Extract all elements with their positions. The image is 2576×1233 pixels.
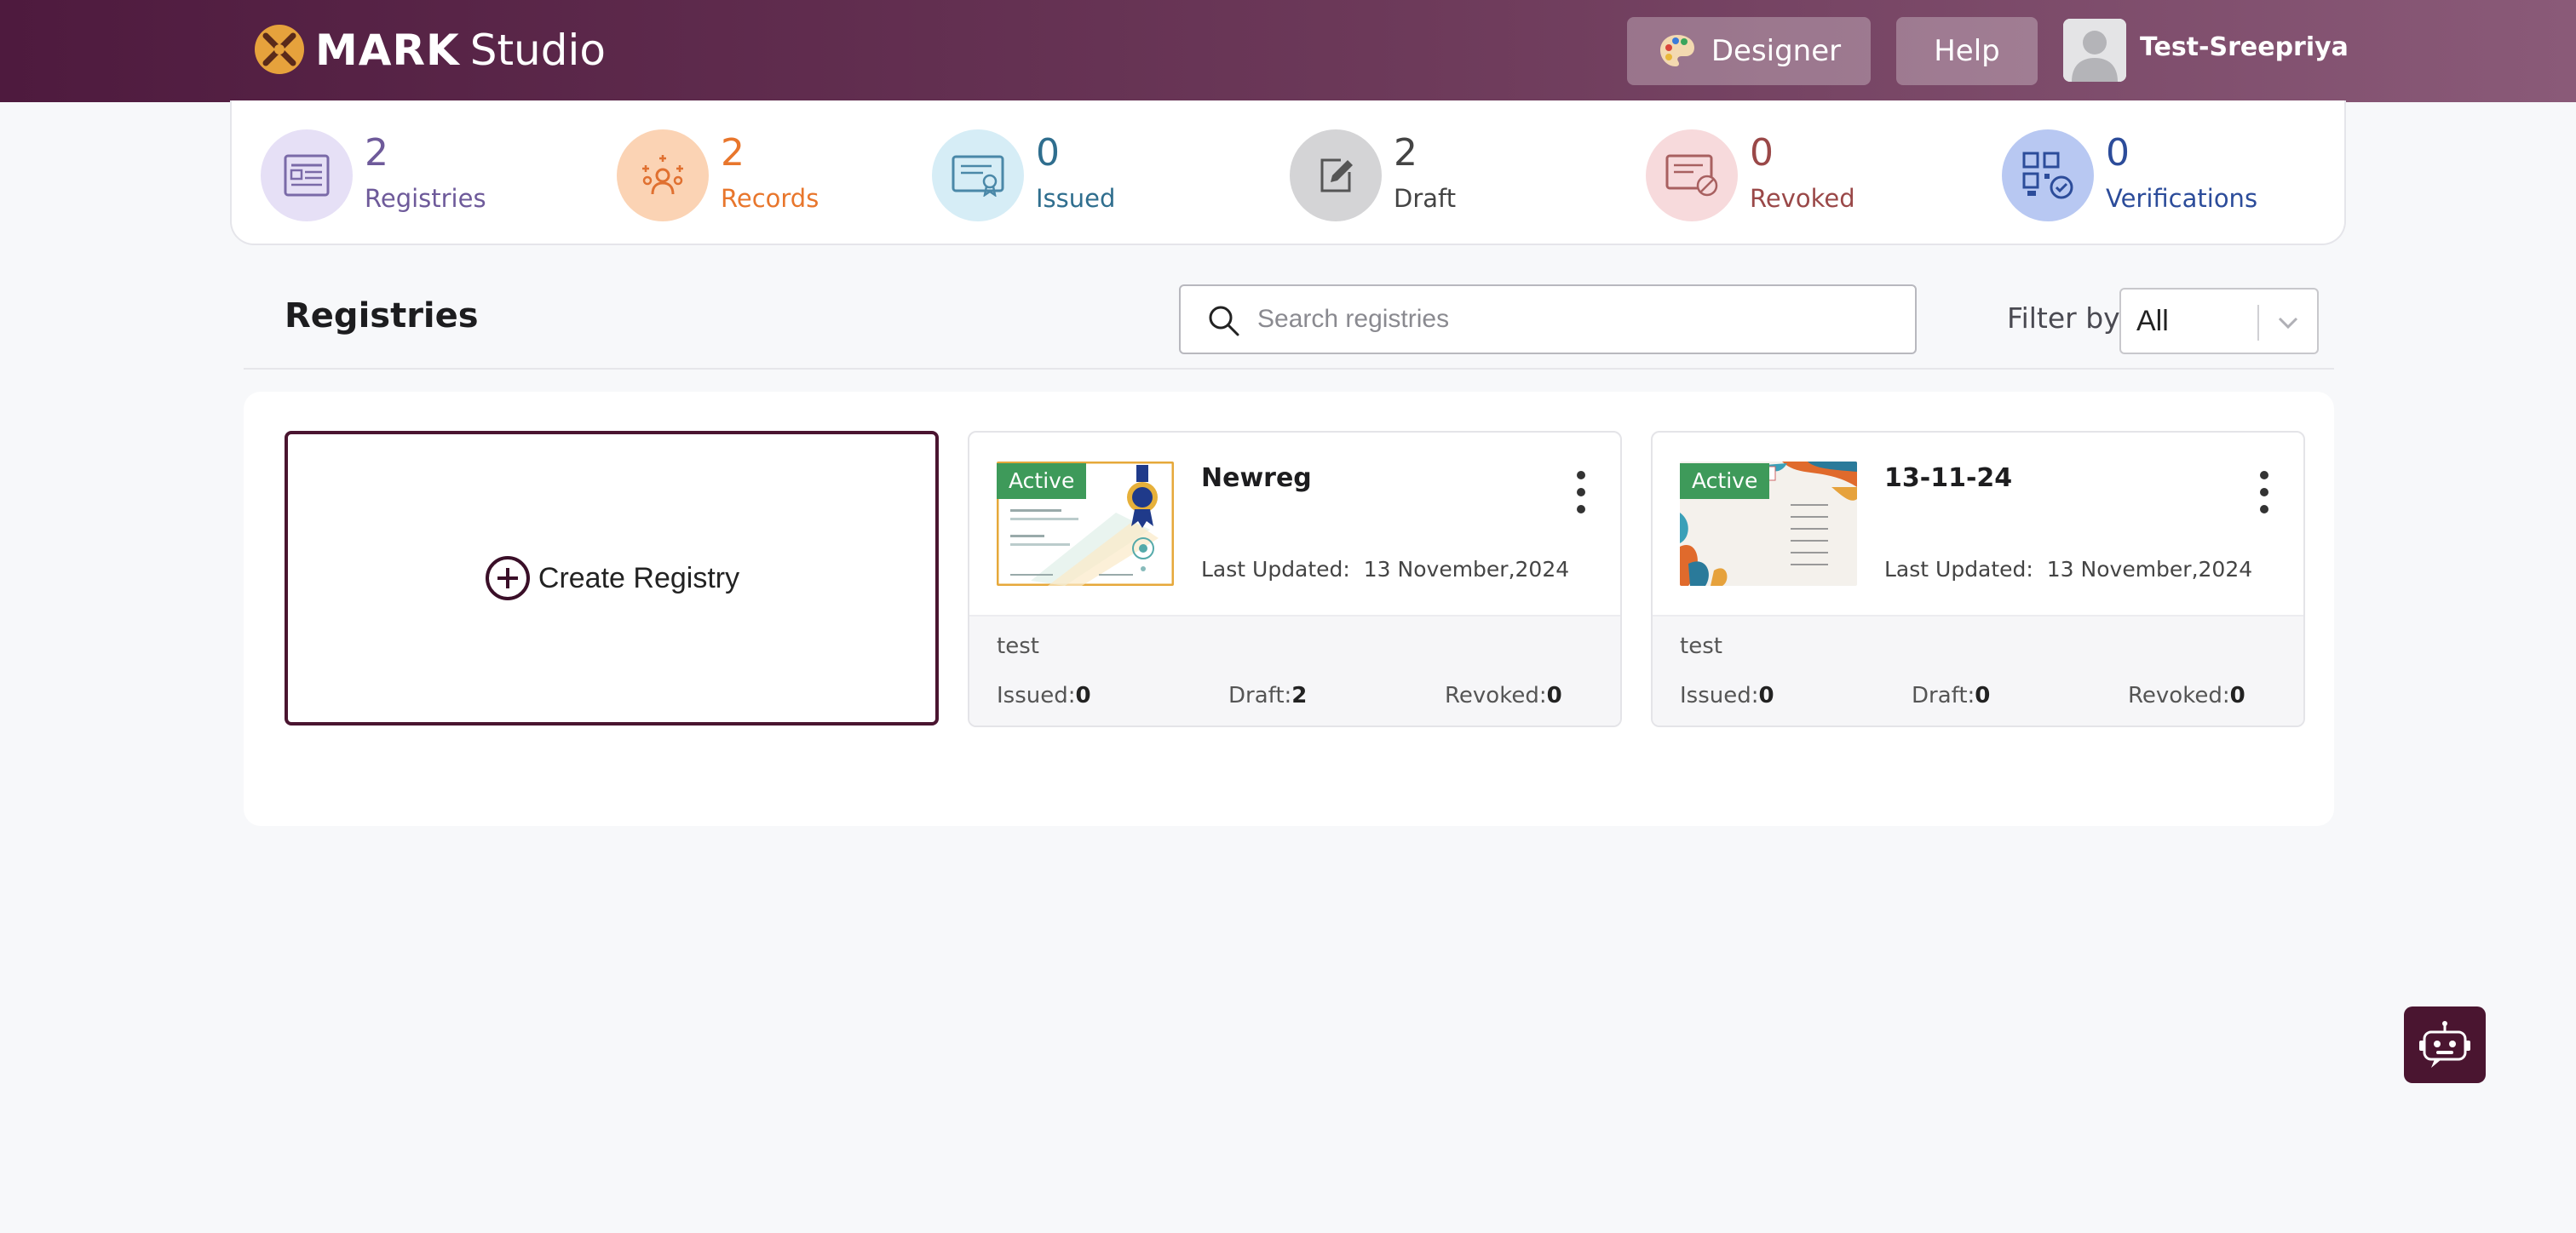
divider (244, 368, 2334, 370)
stats-bar: 2 Registries 2 Records 0 Issued 2 Draft … (230, 100, 2346, 245)
filter-label: Filter by (2007, 301, 2120, 335)
issued-count: Issued:0 (1680, 683, 1774, 708)
stat-value: 2 (365, 131, 388, 175)
robot-icon (2419, 1021, 2470, 1068)
search-input[interactable] (1257, 296, 1888, 342)
filter-select[interactable]: All (2119, 288, 2319, 354)
revoked-document-icon (1646, 129, 1738, 221)
more-options-icon[interactable] (2256, 468, 2273, 516)
page-title: Registries (285, 296, 479, 335)
status-badge: Active (997, 463, 1087, 499)
card-footer: test Issued:0 Draft:0 Revoked:0 (1653, 615, 2303, 725)
revoked-count: Revoked:0 (2128, 683, 2245, 708)
draft-count: Draft:2 (1228, 683, 1308, 708)
top-navbar: MARK Studio Designer Help Test-Sreepriya (0, 0, 2576, 102)
username[interactable]: Test-Sreepriya (2140, 32, 2349, 62)
designer-button[interactable]: Designer (1627, 17, 1871, 85)
certificate-icon (932, 129, 1024, 221)
brand-name: MARK Studio (315, 26, 606, 75)
avatar[interactable] (2063, 19, 2126, 82)
stat-value: 0 (1036, 131, 1060, 175)
stat-label: Revoked (1750, 184, 1855, 213)
stat-label: Records (721, 184, 819, 213)
filter-value: All (2136, 305, 2169, 337)
palette-icon (1659, 35, 1694, 66)
stat-label: Draft (1394, 184, 1457, 213)
draft-count: Draft:0 (1912, 683, 1991, 708)
stat-label: Issued (1036, 184, 1116, 213)
qr-verify-icon (2002, 129, 2094, 221)
mark-studio-logo[interactable] (254, 24, 305, 75)
stat-label: Registries (365, 184, 486, 213)
create-registry-button[interactable]: Create Registry (285, 431, 939, 725)
issued-count: Issued:0 (997, 683, 1091, 708)
stat-label: Verifications (2106, 184, 2258, 213)
registry-name[interactable]: Newreg (1201, 463, 1312, 493)
create-registry-label: Create Registry (538, 561, 740, 594)
registry-description: test (1680, 634, 1722, 659)
revoked-count: Revoked:0 (1445, 683, 1562, 708)
help-label: Help (1934, 34, 2000, 68)
registry-card[interactable]: Active Newreg Last Updated: 13 November,… (968, 431, 1622, 727)
stat-value: 0 (1750, 131, 1774, 175)
people-sparkle-icon (617, 129, 709, 221)
chevron-down-icon (2278, 317, 2298, 330)
more-options-icon[interactable] (1573, 468, 1590, 516)
plus-circle-icon (485, 556, 530, 600)
registry-card[interactable]: Active 13-11-24 Last Updated: 13 Novembe… (1651, 431, 2305, 727)
registry-list-icon (261, 129, 353, 221)
search-icon (1209, 306, 1239, 336)
search-box[interactable] (1179, 284, 1917, 354)
last-updated: Last Updated: 13 November,2024 (1201, 557, 1570, 582)
status-badge: Active (1680, 463, 1770, 499)
edit-icon (1290, 129, 1382, 221)
registry-name[interactable]: 13-11-24 (1884, 463, 2012, 493)
user-avatar-icon (2063, 19, 2126, 82)
designer-label: Designer (1711, 34, 1842, 68)
select-divider (2257, 305, 2259, 341)
card-footer: test Issued:0 Draft:2 Revoked:0 (969, 615, 1620, 725)
help-button[interactable]: Help (1896, 17, 2038, 85)
stat-value: 2 (721, 131, 745, 175)
stat-value: 2 (1394, 131, 1417, 175)
last-updated: Last Updated: 13 November,2024 (1884, 557, 2253, 582)
registry-description: test (997, 634, 1039, 659)
chatbot-button[interactable] (2404, 1006, 2486, 1083)
stat-value: 0 (2106, 131, 2130, 175)
